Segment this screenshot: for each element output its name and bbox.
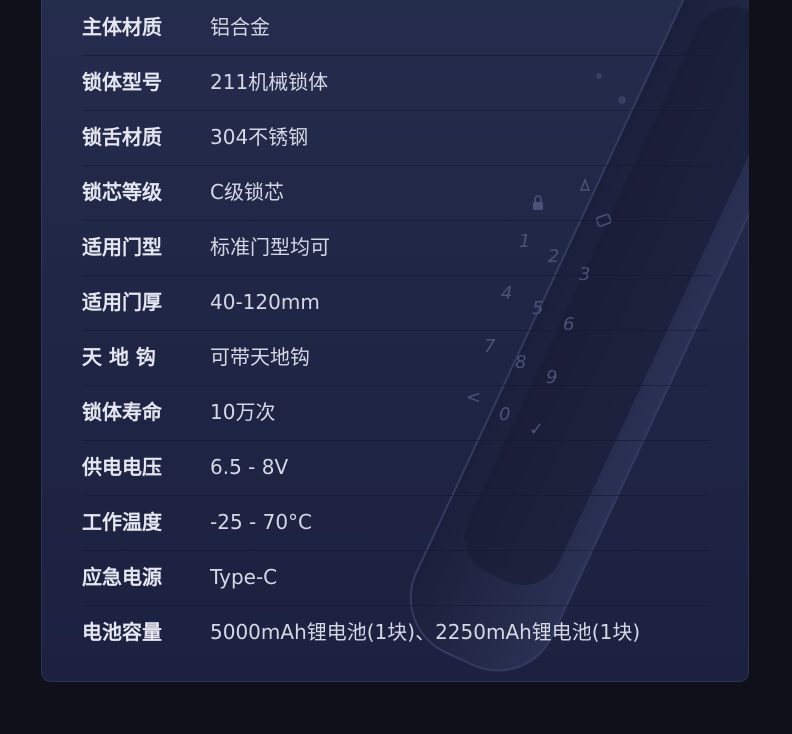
spec-row: 应急电源 Type-C: [82, 550, 710, 606]
spec-label: 供电电压: [82, 455, 162, 479]
spec-label: 适用门型: [82, 235, 162, 259]
spec-value: Type-C: [210, 565, 278, 589]
spec-row: 适用门型 标准门型均可: [82, 220, 710, 276]
spec-label: 天 地 钩: [82, 345, 156, 369]
spec-label: 应急电源: [82, 565, 162, 589]
spec-row: 锁芯等级 C级锁芯: [82, 165, 710, 221]
spec-value: 40-120mm: [210, 290, 320, 314]
spec-label: 锁舌材质: [82, 125, 162, 149]
spec-label: 锁体型号: [82, 70, 162, 94]
spec-row: 工作温度 -25 - 70°C: [82, 495, 710, 551]
spec-value: 6.5 - 8V: [210, 455, 289, 479]
spec-label: 主体材质: [82, 15, 162, 39]
spec-value: 304不锈钢: [210, 125, 309, 149]
spec-row: 锁体型号 211机械锁体: [82, 55, 710, 111]
spec-value: 5000mAh锂电池(1块)、2250mAh锂电池(1块): [210, 620, 641, 644]
spec-value: 可带天地钩: [210, 345, 310, 369]
spec-row: 电池容量 5000mAh锂电池(1块)、2250mAh锂电池(1块): [82, 605, 710, 660]
spec-label: 锁芯等级: [82, 180, 162, 204]
spec-value: 铝合金: [210, 15, 270, 39]
spec-row: 天 地 钩 可带天地钩: [82, 330, 710, 386]
spec-label: 锁体寿命: [82, 400, 162, 424]
spec-value: 211机械锁体: [210, 70, 329, 94]
spec-label: 电池容量: [82, 620, 162, 644]
spec-row: 主体材质 铝合金: [82, 0, 710, 56]
spec-label: 适用门厚: [82, 290, 162, 314]
spec-value: C级锁芯: [210, 180, 284, 204]
spec-row: 锁舌材质 304不锈钢: [82, 110, 710, 166]
spec-row: 适用门厚 40-120mm: [82, 275, 710, 331]
spec-row: 锁体寿命 10万次: [82, 385, 710, 441]
spec-row: 供电电压 6.5 - 8V: [82, 440, 710, 496]
spec-value: -25 - 70°C: [210, 510, 313, 534]
spec-value: 标准门型均可: [210, 235, 330, 259]
spec-panel: 1 2 3 4 5 6 7 8 9 < 0 ✓ 主体材质 铝合金 锁体型号 21…: [41, 0, 749, 682]
spec-label: 工作温度: [82, 510, 162, 534]
spec-value: 10万次: [210, 400, 276, 424]
